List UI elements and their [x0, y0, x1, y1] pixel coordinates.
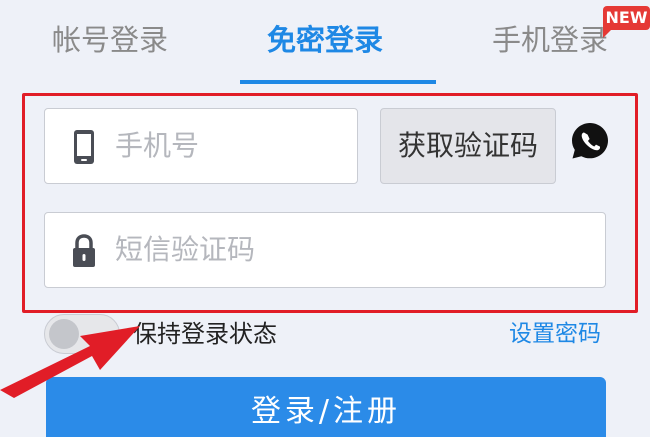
- sms-code-placeholder: 短信验证码: [115, 233, 256, 266]
- sms-code-input[interactable]: 短信验证码: [44, 212, 606, 288]
- active-tab-underline: [240, 80, 436, 84]
- keep-logged-in-label: 保持登录状态: [133, 320, 277, 348]
- phone-number-input[interactable]: 手机号: [44, 108, 358, 184]
- tab-account-login[interactable]: 帐号登录: [30, 18, 190, 62]
- mobile-phone-icon: [74, 130, 94, 164]
- tab-passwordless-login[interactable]: 免密登录: [240, 18, 410, 62]
- whatsapp-icon[interactable]: [569, 120, 611, 162]
- new-badge: NEW: [603, 6, 650, 38]
- phone-number-placeholder: 手机号: [115, 129, 200, 162]
- red-arrow-annotation: [0, 326, 140, 398]
- set-password-link[interactable]: 设置密码: [509, 318, 601, 350]
- get-verification-code-button[interactable]: 获取验证码: [380, 108, 556, 184]
- padlock-icon: [73, 234, 95, 267]
